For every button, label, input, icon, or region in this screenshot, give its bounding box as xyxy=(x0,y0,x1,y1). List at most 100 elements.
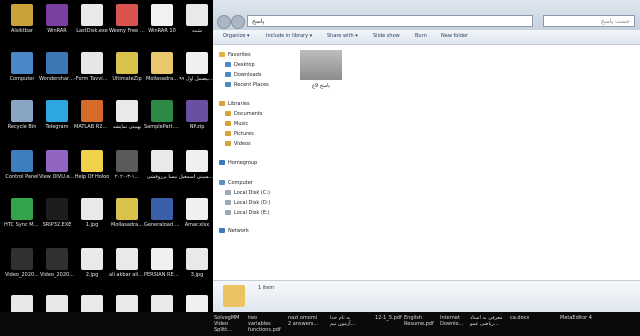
desktop-icon[interactable]: -Form Tavvieh... xyxy=(74,52,110,82)
desktop-icon[interactable]: شنبه xyxy=(179,4,215,34)
desktop-icon-label: Generaload t-adinsio... xyxy=(144,222,180,228)
nav-item-label: Desktop xyxy=(234,62,255,68)
desktop-icon[interactable]: Video_2020... xyxy=(4,248,40,278)
desktop-icon[interactable]: NP.zip xyxy=(179,100,215,130)
desktop-icon[interactable]: View DIVU.exe xyxy=(39,150,75,180)
desktop-icon[interactable]: 3.jpg xyxy=(179,248,215,278)
desktop-icon[interactable]: ۲۰۲۰-۳-۱... xyxy=(109,150,145,180)
desktop-icon[interactable]: SamplePatt... (00).xlsx xyxy=(144,100,180,130)
desktop-icon[interactable]: ali akbar aliyani.pdf xyxy=(109,248,145,278)
desktop-icon[interactable]: WinRAR 10 xyxy=(144,4,180,34)
desktop-icon-label: Video_2020... xyxy=(39,272,74,278)
desktop-icon-label: Telegram xyxy=(45,124,69,130)
nav-item[interactable]: Computer xyxy=(219,180,253,186)
desktop-icon[interactable]: Wondershare QuizCreato... xyxy=(39,52,75,82)
item-count: 1 item xyxy=(258,285,275,291)
desktop-icon[interactable]: Recycle Bin xyxy=(4,100,40,130)
nav-item-label: Pictures xyxy=(234,131,254,137)
nav-item[interactable]: Downloads xyxy=(225,72,261,78)
nav-item-label: Favorites xyxy=(228,52,251,58)
nav-item[interactable]: Local Disk (C:) xyxy=(225,190,270,196)
nav-item[interactable]: Desktop xyxy=(225,62,255,68)
file-icon xyxy=(186,100,208,122)
desktop-icon[interactable]: PERSIAN RESUME.e... xyxy=(144,248,180,278)
nav-item[interactable]: Videos xyxy=(225,141,251,147)
new-folder-button[interactable]: New folder xyxy=(441,33,468,39)
nav-item[interactable]: Music xyxy=(225,121,248,127)
taskbar-item[interactable]: Internet Downlo... xyxy=(440,315,473,327)
file-icon xyxy=(11,100,33,122)
desktop-icon[interactable]: Mollasadra... xyxy=(144,52,180,82)
command-toolbar: Organize ▾ Include in library ▾ Share wi… xyxy=(213,30,640,45)
desktop-icon[interactable]: 1.jpg xyxy=(74,198,110,228)
nav-item[interactable]: Network xyxy=(219,228,249,234)
taskbar-item[interactable]: به نام خدا آزمون نیم... xyxy=(330,315,363,327)
nav-item[interactable]: Favorites xyxy=(219,52,251,58)
desktop-icon-label: View DIVU.exe xyxy=(39,174,75,180)
desktop-icon[interactable]: Alsiktbar xyxy=(4,4,40,34)
file-icon xyxy=(116,150,138,172)
desktop-icon-label: Mollasadra... xyxy=(111,222,143,228)
desktop-icon[interactable]: Generaload t-adinsio... xyxy=(144,198,180,228)
taskbar-item[interactable]: معرفی به استاد ریاضی عمو... xyxy=(470,315,503,327)
include-in-library-button[interactable]: Include in library ▾ xyxy=(266,33,312,39)
desktop-icon[interactable]: Weeny Free PDF Cutter xyxy=(109,4,145,34)
desktop-icon-label: Control Panel xyxy=(5,174,39,180)
taskbar-item[interactable]: ca.docx xyxy=(510,315,543,321)
desktop-icon-label: PERSIAN RESUME.e... xyxy=(144,272,180,278)
taskbar-item[interactable]: two variables functions.pdf xyxy=(248,315,281,333)
nav-item[interactable]: Recent Places xyxy=(225,82,269,88)
file-icon xyxy=(116,100,138,122)
address-bar[interactable]: پاسخ xyxy=(247,15,533,27)
burn-button[interactable]: Burn xyxy=(415,33,427,39)
desktop-icon[interactable]: بهبینی نمایشه xyxy=(109,100,145,130)
desktop-icon[interactable]: تمرینات بیضمل اول ۹۹... xyxy=(179,52,215,82)
file-icon xyxy=(46,248,68,270)
desktop-icon[interactable]: اصغر حسینی اسمغیل xyxy=(179,150,215,180)
nav-item-icon xyxy=(225,210,231,215)
back-icon[interactable] xyxy=(217,15,231,29)
desktop-icon-label: WinRAR xyxy=(47,28,67,34)
nav-item-label: Network xyxy=(228,228,249,234)
desktop-icon[interactable]: HTC Sync Manager xyxy=(4,198,40,228)
nav-item[interactable]: Local Disk (E:) xyxy=(225,210,270,216)
desktop-icon[interactable]: Help Of Holoo xyxy=(74,150,110,180)
nav-item[interactable]: Pictures xyxy=(225,131,254,137)
desktop-icon[interactable]: 2.jpg xyxy=(74,248,110,278)
forward-icon[interactable] xyxy=(231,15,245,29)
desktop-icon[interactable]: Mollasadra... xyxy=(109,198,145,228)
file-name[interactable]: پاسخ 9ع xyxy=(300,83,342,89)
desktop-icon[interactable]: MATLAB R2015b xyxy=(74,100,110,130)
explorer-titlebar: پاسخ جست پاسخ xyxy=(213,0,640,30)
desktop-icon[interactable]: WinRAR xyxy=(39,4,75,34)
desktop-icon[interactable]: UltimateZip xyxy=(109,52,145,82)
slide-show-button[interactable]: Slide show xyxy=(373,33,400,39)
desktop-icon-label: MATLAB R2015b xyxy=(74,124,110,130)
file-icon xyxy=(46,100,68,122)
file-icon xyxy=(46,4,68,26)
taskbar-item[interactable]: nazi omomi 2 answers... xyxy=(288,315,321,327)
taskbar-item[interactable]: English Resume.pdf xyxy=(404,315,437,327)
taskbar-item[interactable]: MetaEditor 4 xyxy=(560,315,620,321)
desktop-icon[interactable]: Telegram xyxy=(39,100,75,130)
desktop-icon[interactable]: SRIP32.EXE xyxy=(39,198,75,228)
desktop-icon[interactable]: Computer xyxy=(4,52,40,82)
nav-item[interactable]: Documents xyxy=(225,111,263,117)
nav-item-label: Recent Places xyxy=(234,82,269,88)
desktop-icon[interactable]: نیسا برزوفشی xyxy=(144,150,180,180)
nav-item[interactable]: Homegroup xyxy=(219,160,257,166)
desktop-icon[interactable]: Video_2020... xyxy=(39,248,75,278)
nav-item[interactable]: Local Disk (D:) xyxy=(225,200,270,206)
organize-button[interactable]: Organize ▾ xyxy=(223,33,250,39)
desktop-icon[interactable]: Control Panel xyxy=(4,150,40,180)
search-input[interactable]: جست پاسخ xyxy=(543,15,635,27)
taskbar-item[interactable]: SolvegMM Video Splitt... xyxy=(214,315,247,333)
desktop-icon[interactable]: Amar.xlsx xyxy=(179,198,215,228)
file-thumbnail[interactable] xyxy=(300,50,342,80)
file-list: پاسخ 9ع xyxy=(295,45,640,279)
nav-item[interactable]: Libraries xyxy=(219,101,250,107)
share-with-button[interactable]: Share with ▾ xyxy=(327,33,358,39)
file-icon xyxy=(151,248,173,270)
desktop-icon[interactable]: LastDisk.exe xyxy=(74,4,110,34)
file-icon xyxy=(46,150,68,172)
